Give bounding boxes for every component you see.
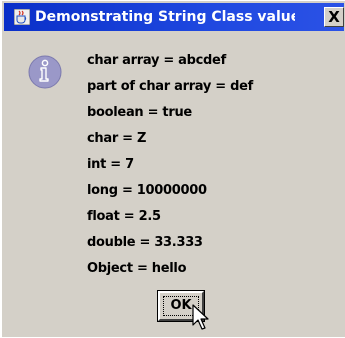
window-title: Demonstrating String Class valueOf ... [35,9,295,25]
close-button[interactable]: X [324,7,344,27]
message-line-char: char = Z [87,131,147,146]
message-line-long: long = 10000000 [87,183,207,198]
message-dialog: Demonstrating String Class valueOf ... X… [0,0,345,337]
title-bar[interactable]: Demonstrating String Class valueOf ... X [4,3,344,31]
message-line-int: int = 7 [87,157,134,172]
mouse-pointer-icon [192,304,209,330]
message-line-object: Object = hello [87,261,187,276]
message-line-float: float = 2.5 [87,209,161,224]
information-icon [28,55,62,89]
message-line-char-array: char array = abcdef [87,53,226,68]
message-line-part-char-array: part of char array = def [87,79,253,94]
message-line-boolean: boolean = true [87,105,192,120]
message-line-double: double = 33.333 [87,235,203,250]
java-cup-icon [14,9,30,25]
ok-button-label: OK [170,298,192,313]
